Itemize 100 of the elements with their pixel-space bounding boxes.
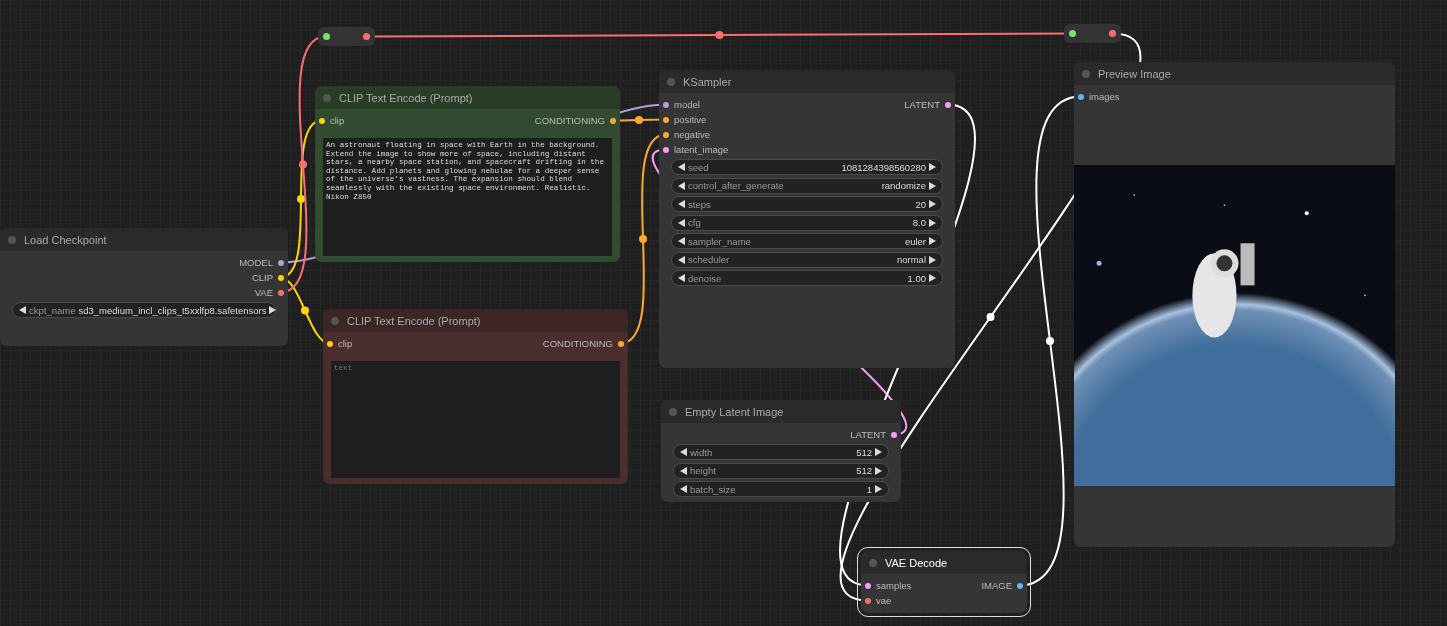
decrement-arrow-icon[interactable]: [680, 485, 687, 493]
output-slot-dot[interactable]: [278, 274, 284, 281]
increment-arrow-icon[interactable]: [929, 163, 936, 171]
node-title: Empty Latent Image: [685, 405, 784, 418]
input-label: positive: [674, 114, 707, 125]
input-slot-dot[interactable]: [865, 597, 871, 604]
widget-label: scheduler: [688, 254, 730, 265]
node-title: CLIP Text Encode (Prompt): [339, 91, 473, 104]
increment-arrow-icon[interactable]: [929, 200, 936, 208]
node-card[interactable]: KSampler model LATENT positive negative latent_image seed 1081284398560280 control_after_generate randomize steps 20 cfg 8.0 sampler_name euler scheduler normal denoise 1.00: [659, 70, 955, 368]
widget-label: denoise: [688, 272, 722, 284]
title-dot-icon: [669, 407, 677, 416]
output-label: CLIP: [251, 272, 273, 283]
widget-field[interactable]: ckpt_name sd3_medium_incl_clips_t5xxlfp8.safetensors: [12, 302, 276, 318]
widget-label: batch_size: [690, 483, 736, 495]
widget-value: sd3_medium_incl_clips_t5xxlfp8.safetensors: [78, 304, 267, 316]
input-label: vae: [876, 595, 892, 606]
widget-label: ckpt_name: [29, 304, 76, 316]
widget-field[interactable]: batch_size 1: [673, 481, 889, 497]
node-title: Preview Image: [1098, 67, 1171, 80]
input-slot-dot[interactable]: [663, 131, 669, 138]
input-slot-dot[interactable]: [1078, 93, 1084, 100]
input-slot-dot[interactable]: [663, 101, 669, 108]
widget-value: 1081284398560280: [841, 161, 926, 173]
input-slot-dot[interactable]: [663, 116, 669, 123]
widget-field[interactable]: denoise 1.00: [671, 270, 943, 286]
node-card[interactable]: [315, 86, 620, 262]
output-slot-dot[interactable]: [945, 101, 951, 108]
input-slot-dot[interactable]: [323, 33, 330, 40]
input-label: model: [674, 99, 700, 110]
widget-value: 1.00: [907, 272, 926, 284]
input-slot-dot[interactable]: [327, 340, 333, 347]
widget-field[interactable]: sampler_name euler: [671, 233, 943, 249]
reroute-node[interactable]: [318, 27, 375, 46]
widget-field[interactable]: control_after_generate randomize: [671, 177, 943, 194]
decrement-arrow-icon[interactable]: [19, 306, 26, 314]
input-label: clip: [330, 115, 345, 126]
input-slot-dot[interactable]: [663, 146, 669, 153]
title-dot-icon: [667, 77, 675, 86]
output-slot-dot[interactable]: [891, 431, 897, 438]
node-title: Load Checkpoint: [24, 233, 107, 246]
input-label: clip: [338, 338, 353, 349]
title-dot-icon: [331, 316, 339, 325]
decrement-arrow-icon[interactable]: [678, 200, 685, 208]
widget-value: 512: [856, 465, 872, 476]
widget-label: steps: [688, 198, 711, 210]
widget-field[interactable]: width 512: [673, 444, 889, 460]
increment-arrow-icon[interactable]: [929, 237, 936, 245]
decrement-arrow-icon[interactable]: [678, 255, 685, 264]
increment-arrow-icon[interactable]: [269, 306, 277, 314]
output-label: MODEL: [239, 257, 273, 268]
node-card[interactable]: Empty Latent Image LATENT width 512 height 512 batch_size 1: [661, 400, 901, 502]
output-slot-dot[interactable]: [278, 289, 284, 296]
output-label: CONDITIONING: [534, 115, 605, 126]
widget-value: euler: [904, 235, 926, 247]
input-label: negative: [674, 129, 710, 140]
input-label: samples: [876, 580, 912, 591]
decrement-arrow-icon[interactable]: [678, 274, 685, 282]
output-label: VAE: [254, 287, 273, 298]
node-title: CLIP Text Encode (Prompt): [347, 314, 481, 327]
widget-value: 20: [915, 198, 926, 210]
decrement-arrow-icon[interactable]: [678, 237, 685, 245]
node-card[interactable]: Preview Image images: [1074, 62, 1395, 547]
widget-field[interactable]: cfg 8.0: [671, 214, 943, 231]
output-slot-dot[interactable]: [618, 340, 624, 347]
decrement-arrow-icon[interactable]: [678, 163, 685, 171]
decrement-arrow-icon[interactable]: [678, 181, 685, 190]
node-card[interactable]: Load Checkpoint MODEL CLIP VAE ckpt_name sd3_medium_incl_clips_t5xxlfp8.safetensors: [0, 228, 288, 346]
reroute-node[interactable]: [1064, 24, 1121, 43]
increment-arrow-icon[interactable]: [875, 466, 882, 475]
output-label: LATENT: [850, 429, 886, 440]
decrement-arrow-icon[interactable]: [678, 218, 685, 227]
widget-label: width: [690, 446, 713, 458]
decrement-arrow-icon[interactable]: [680, 448, 687, 456]
widget-value: 8.0: [912, 217, 926, 228]
widget-field[interactable]: height 512: [673, 462, 889, 479]
input-slot-dot[interactable]: [1069, 30, 1076, 37]
increment-arrow-icon[interactable]: [929, 218, 936, 227]
decrement-arrow-icon[interactable]: [680, 466, 687, 475]
increment-arrow-icon[interactable]: [875, 485, 882, 493]
widget-field[interactable]: seed 1081284398560280: [671, 159, 943, 175]
widget-field[interactable]: steps 20: [671, 196, 943, 212]
output-slot-dot[interactable]: [363, 33, 370, 40]
widget-label: height: [690, 465, 716, 476]
increment-arrow-icon[interactable]: [929, 255, 936, 264]
input-slot-dot[interactable]: [319, 117, 325, 124]
output-slot-dot[interactable]: [1109, 30, 1116, 37]
widget-label: cfg: [688, 217, 701, 228]
input-slot-dot[interactable]: [865, 582, 871, 589]
output-slot-dot[interactable]: [1017, 582, 1023, 589]
output-slot-dot[interactable]: [278, 259, 284, 266]
node-title: VAE Decode: [885, 556, 948, 569]
increment-arrow-icon[interactable]: [929, 274, 936, 282]
widget-field[interactable]: scheduler normal: [671, 251, 943, 268]
widget-value: randomize: [881, 180, 926, 191]
increment-arrow-icon[interactable]: [875, 448, 882, 456]
widget-label: control_after_generate: [688, 180, 784, 191]
increment-arrow-icon[interactable]: [929, 181, 936, 190]
output-slot-dot[interactable]: [610, 117, 616, 124]
node-title: KSampler: [683, 75, 732, 88]
